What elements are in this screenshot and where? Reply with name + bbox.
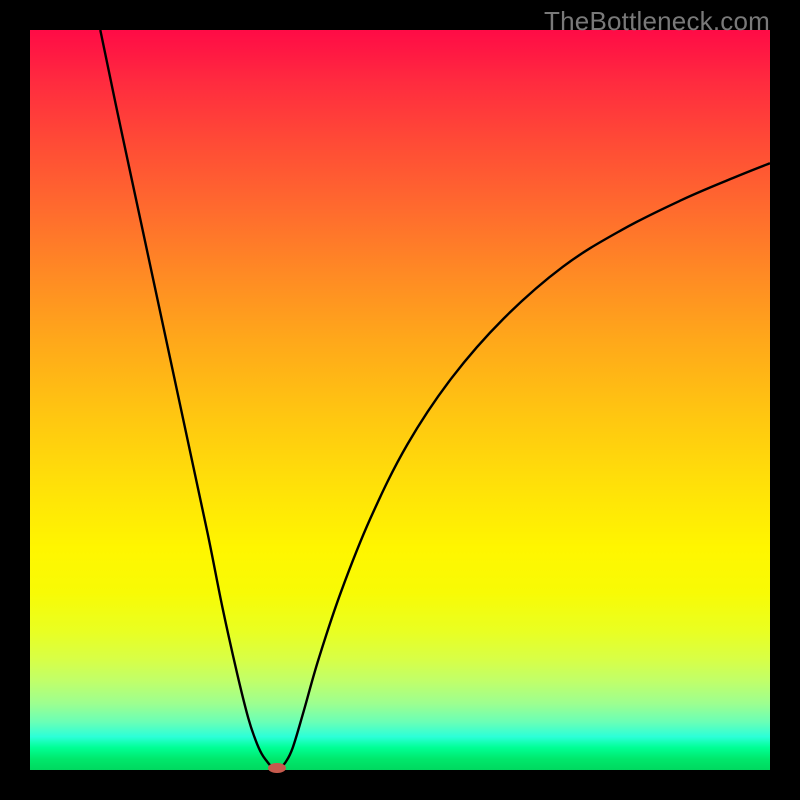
curve-right-branch <box>280 163 770 768</box>
plot-area <box>30 30 770 770</box>
chart-frame: TheBottleneck.com <box>0 0 800 800</box>
watermark-text: TheBottleneck.com <box>544 6 770 37</box>
bottleneck-curve <box>30 30 770 770</box>
curve-left-branch <box>100 30 274 768</box>
optimal-point-marker <box>268 763 286 773</box>
